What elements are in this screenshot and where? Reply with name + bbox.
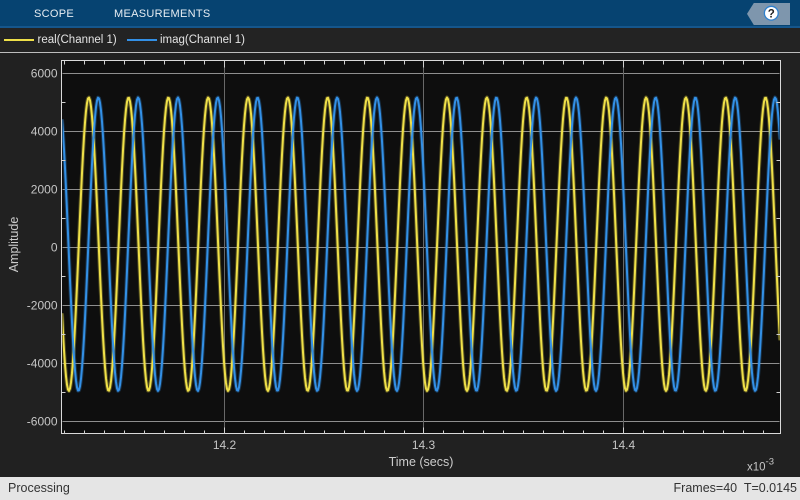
svg-text:Amplitude: Amplitude — [7, 217, 21, 273]
svg-text:4000: 4000 — [31, 125, 58, 139]
svg-text:14.2: 14.2 — [213, 438, 237, 452]
svg-text:-2000: -2000 — [27, 299, 58, 313]
svg-text:14.3: 14.3 — [412, 438, 436, 452]
svg-text:-4000: -4000 — [27, 357, 58, 371]
svg-text:2000: 2000 — [31, 183, 58, 197]
svg-text:?: ? — [768, 8, 775, 20]
svg-text:14.4: 14.4 — [612, 438, 636, 452]
svg-text:-6000: -6000 — [27, 415, 58, 429]
svg-text:6000: 6000 — [31, 67, 58, 81]
svg-text:Time (secs): Time (secs) — [389, 455, 454, 469]
svg-text:0: 0 — [51, 241, 58, 255]
